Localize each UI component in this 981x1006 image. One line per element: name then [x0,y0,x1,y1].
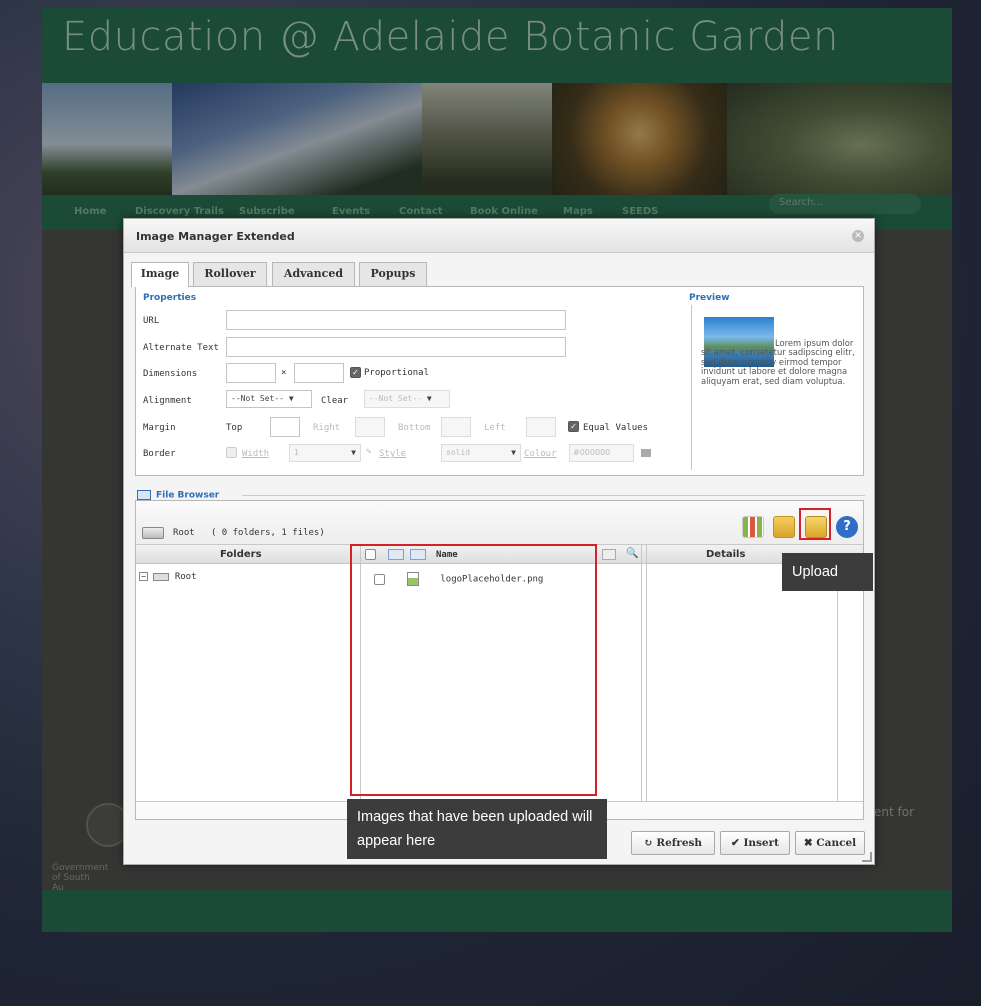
border-colour-input[interactable]: #000000 [569,444,634,462]
uploaded-images-callout: Images that have been uploaded will appe… [347,799,607,859]
chevron-down-icon: ▼ [351,448,356,457]
edit-style-icon: ✎ [366,447,372,457]
alignment-value: --Not Set-- [231,394,284,403]
width-input[interactable] [226,363,276,383]
margin-right-label: Right [313,423,341,433]
proportional-label: Proportional [364,368,430,378]
url-input[interactable] [226,310,566,330]
margin-top-label: Top [226,423,243,433]
preview-title: Preview [689,293,730,303]
folder-drive-icon [153,572,170,581]
chevron-down-icon: ▼ [288,394,294,403]
path-info: ( 0 folders, 1 files) [210,528,325,538]
tab-popups[interactable]: Popups [359,262,427,286]
margin-left-input[interactable] [526,417,556,437]
details-divider [646,545,647,820]
dialog-title: Image Manager Extended [136,230,295,243]
margin-label: Margin [143,423,176,433]
file-browser-toolbar: Root ( 0 folders, 1 files) ? [136,501,863,545]
resize-handle-icon[interactable] [862,852,872,862]
url-label: URL [143,316,160,326]
alignment-select[interactable]: --Not Set-- ▼ [226,390,312,408]
clear-label: Clear [321,396,349,406]
alternate-text-label: Alternate Text [143,343,219,353]
border-style-label: Style [379,449,407,459]
path-root[interactable]: Root [173,528,195,538]
search-files-icon[interactable]: 🔍 [626,548,638,559]
uploaded-images-highlight [350,544,597,796]
tab-advanced[interactable]: Advanced [272,262,355,286]
margin-bottom-label: Bottom [398,423,431,433]
chevron-down-icon: ▼ [511,448,516,457]
margin-top-input[interactable] [270,417,300,437]
chevron-down-icon: ▼ [426,394,432,403]
proportional-checkbox[interactable]: ✓ [350,367,361,378]
border-width-value: 1 [294,448,299,457]
name-divider [641,545,642,820]
cancel-button[interactable]: ✖ Cancel [795,831,865,855]
colour-picker-icon[interactable] [641,449,651,457]
dimensions-times: × [281,368,287,378]
border-width-select[interactable]: 1 ▼ [289,444,361,462]
upload-callout: Upload [782,553,873,591]
folder-tree-item[interactable]: − Root [139,572,197,582]
file-browser-legend: File Browser [137,490,219,501]
height-input[interactable] [294,363,344,383]
equal-values-checkbox[interactable]: ✓ [568,421,579,432]
file-browser-path: Root ( 0 folders, 1 files) [173,528,325,538]
border-checkbox[interactable] [226,447,237,458]
preview-section: Preview Lorem ipsum dolor sit amet, cons… [689,293,856,470]
border-width-label: Width [242,449,270,459]
properties-title: Properties [143,293,197,303]
list-view-icon[interactable] [602,549,616,560]
alignment-label: Alignment [143,396,192,406]
clear-select[interactable]: --Not Set-- ▼ [364,390,450,408]
close-circle-icon[interactable]: ✕ [852,230,864,242]
border-label: Border [143,449,176,459]
preview-text: Lorem ipsum dolor sit amet, consetetur s… [701,338,855,386]
folders-column-header: Folders [220,549,262,560]
folder-name: Root [174,572,197,582]
clear-value: --Not Set-- [369,394,422,403]
border-style-select[interactable]: solid ▼ [441,444,521,462]
refresh-button[interactable]: ↻ Refresh [631,831,715,855]
file-browser-icon [137,490,151,500]
tab-image[interactable]: Image [131,262,189,287]
collapse-icon[interactable]: − [139,572,148,581]
help-icon[interactable]: ? [836,516,858,538]
margin-left-label: Left [484,423,506,433]
view-toggle-icon[interactable] [742,516,764,538]
tab-rollover[interactable]: Rollover [193,262,267,286]
insert-button[interactable]: ✔ Insert [720,831,790,855]
margin-right-input[interactable] [355,417,385,437]
dimensions-label: Dimensions [143,369,198,379]
image-properties-panel: Properties URL Alternate Text Dimensions… [135,286,864,476]
border-colour-label: Colour [524,449,557,459]
alternate-text-input[interactable] [226,337,566,357]
file-browser-divider [242,495,865,496]
dialog-titlebar[interactable]: Image Manager Extended ✕ [124,219,874,253]
details-column-header: Details [706,549,746,560]
upload-highlight [799,508,831,540]
drive-icon [142,527,164,539]
border-style-value: solid [446,448,471,457]
new-folder-icon[interactable] [773,516,795,538]
margin-bottom-input[interactable] [441,417,471,437]
equal-values-label: Equal Values [583,423,649,433]
file-browser-title: File Browser [156,490,220,501]
scroll-divider [837,564,838,801]
